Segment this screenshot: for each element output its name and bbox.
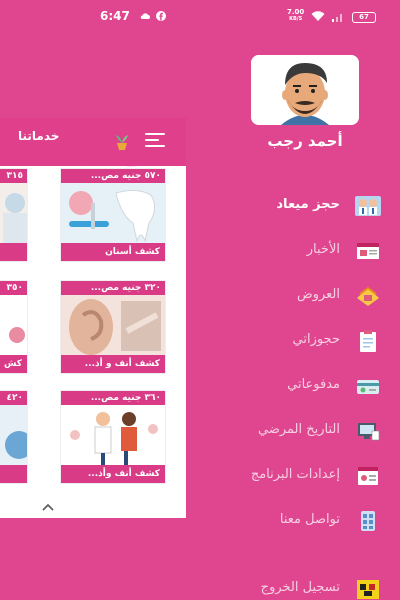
medical-illustration xyxy=(0,295,27,357)
menu-item-label: تسجيل الخروج xyxy=(260,580,340,595)
service-image xyxy=(0,295,27,357)
service-name xyxy=(0,465,27,483)
service-image xyxy=(61,295,165,357)
ear-illustration xyxy=(61,295,165,357)
wifi-icon xyxy=(311,11,325,21)
service-image xyxy=(0,183,27,245)
status-bar: 6:47 7.00 KB/S 67 xyxy=(0,0,400,34)
medical-history-icon xyxy=(358,423,380,441)
service-image xyxy=(61,405,165,467)
service-image xyxy=(61,183,165,245)
service-price: ٣٥٠ xyxy=(0,281,27,295)
menu-item-book-appointment[interactable]: حجز ميعاد xyxy=(220,191,390,221)
doctors-illustration xyxy=(61,405,165,467)
service-card-partial-1[interactable]: ٣١٥ xyxy=(0,168,28,262)
clinic-illustration xyxy=(0,183,27,245)
service-card-ent-2[interactable]: ٣٦٠ جنيه مص... كشف أنف وأذ... xyxy=(60,390,166,484)
service-card-partial-2[interactable]: ٣٥٠ كش xyxy=(0,280,28,374)
contact-icon xyxy=(361,511,375,531)
service-card-ent[interactable]: ٣٢٠ جنيه مص... كشف أنف و أذ... xyxy=(60,280,166,374)
service-card-dental[interactable]: ٥٧٠ جنيه مص... كشف أسنان xyxy=(60,168,166,262)
menu-item-label: تواصل معنا xyxy=(279,512,340,527)
dental-illustration xyxy=(61,183,165,245)
menu-item-my-bookings[interactable]: حجوزاتي xyxy=(220,326,390,356)
service-card-partial-3[interactable]: ٤٢٠ xyxy=(0,390,28,484)
menu-item-label: حجوزاتي xyxy=(292,332,341,347)
service-name: كشف أسنان xyxy=(61,243,165,261)
news-icon xyxy=(357,243,379,259)
plant-icon[interactable] xyxy=(113,133,131,151)
network-speed: 7.00 KB/S xyxy=(287,9,304,23)
patient-illustration xyxy=(0,405,27,467)
doctors-icon xyxy=(355,196,381,216)
menu-item-offers[interactable]: العروض xyxy=(220,281,390,311)
menu-item-logout[interactable]: تسجيل الخروج xyxy=(220,574,390,600)
service-image xyxy=(0,405,27,467)
clock: 6:47 xyxy=(100,9,130,23)
avatar-illustration xyxy=(251,55,359,125)
logout-icon xyxy=(357,580,379,599)
service-name: كش xyxy=(0,355,27,373)
menu-item-label: الأخبار xyxy=(306,242,340,257)
menu-item-my-payments[interactable]: مدفوعاتي xyxy=(220,371,390,401)
facebook-icon xyxy=(156,11,166,21)
chevron-up-icon[interactable] xyxy=(40,502,56,512)
service-name: كشف أنف وأذ... xyxy=(61,465,165,483)
service-price: ٤٢٠ xyxy=(0,391,27,405)
menu-item-label: التاريخ المرضي xyxy=(257,422,340,437)
menu-item-medical-history[interactable]: التاريخ المرضي xyxy=(220,416,390,446)
speed-value: 7.00 xyxy=(287,8,305,16)
service-price: ٣٢٠ جنيه مص... xyxy=(61,281,165,295)
offers-icon xyxy=(357,286,379,306)
service-name: كشف أنف و أذ... xyxy=(61,355,165,373)
menu-item-app-settings[interactable]: إعدادات البرنامج xyxy=(220,461,390,491)
clipboard-icon xyxy=(360,330,376,352)
menu-icon[interactable] xyxy=(145,132,165,148)
menu-item-label: مدفوعاتي xyxy=(287,377,340,392)
menu-item-label: إعدادات البرنامج xyxy=(250,467,340,482)
page-title: خدماتنا xyxy=(18,129,60,143)
payments-icon xyxy=(357,380,379,394)
speed-unit: KB/S xyxy=(289,16,303,22)
profile-name: أحمد رجب xyxy=(267,132,343,150)
menu-item-label: حجز ميعاد xyxy=(276,197,340,212)
signal-icon xyxy=(332,14,342,22)
cloud-icon xyxy=(140,13,150,19)
battery-indicator: 67 xyxy=(352,12,376,23)
menu-item-news[interactable]: الأخبار xyxy=(220,236,390,266)
avatar[interactable] xyxy=(251,55,359,125)
menu-item-contact-us[interactable]: تواصل معنا xyxy=(220,506,390,536)
service-price: ٥٧٠ جنيه مص... xyxy=(61,169,165,183)
menu-item-label: العروض xyxy=(296,287,340,302)
service-price: ٣١٥ xyxy=(0,169,27,183)
main-screen[interactable]: خدماتنا ٥٧٠ جنيه مص... كشف أسنان ٣١٥ ٣٢٠… xyxy=(0,118,186,518)
service-price: ٣٦٠ جنيه مص... xyxy=(61,391,165,405)
service-name xyxy=(0,243,27,261)
settings-icon xyxy=(358,467,378,485)
